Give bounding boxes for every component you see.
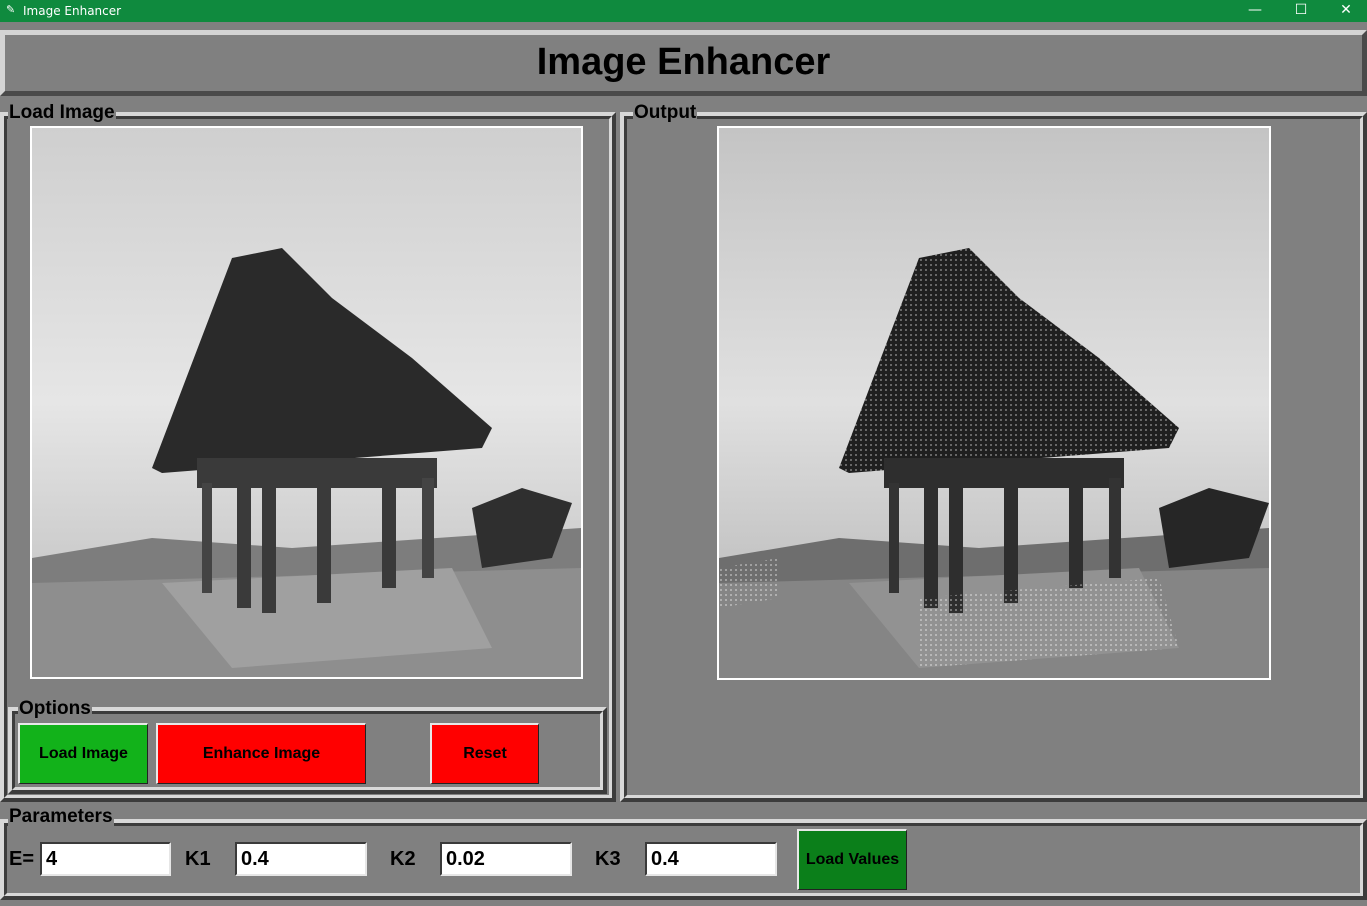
- output-image: [717, 126, 1271, 680]
- maximize-icon[interactable]: ☐: [1278, 0, 1324, 22]
- feather-icon: ✎: [6, 3, 16, 16]
- reset-button-label: Reset: [463, 745, 507, 762]
- k3-label: K3: [595, 848, 621, 870]
- enhance-image-button-label: Enhance Image: [202, 745, 321, 762]
- page-title: Image Enhancer: [536, 41, 831, 83]
- load-values-button-label: Load Values: [805, 851, 900, 868]
- k1-label: K1: [185, 848, 211, 870]
- input-image: [30, 126, 583, 679]
- e-input[interactable]: [40, 842, 171, 876]
- window-title: Image Enhancer: [23, 4, 122, 18]
- close-icon[interactable]: ✕: [1323, 0, 1367, 22]
- e-label: E=: [9, 848, 35, 870]
- k1-input[interactable]: [235, 842, 367, 876]
- window-titlebar: ✎ Image Enhancer — ☐ ✕: [0, 0, 1367, 22]
- enhance-image-button[interactable]: Enhance Image: [156, 723, 366, 784]
- header-frame: Image Enhancer: [0, 30, 1367, 96]
- reset-button[interactable]: Reset: [430, 723, 539, 784]
- load-image-button-label: Load Image: [39, 745, 128, 762]
- load-image-legend: Load Image: [8, 102, 116, 123]
- load-image-button[interactable]: Load Image: [18, 723, 148, 784]
- parameters-legend: Parameters: [8, 806, 114, 827]
- k2-input[interactable]: [440, 842, 572, 876]
- k3-input[interactable]: [645, 842, 777, 876]
- load-values-button[interactable]: Load Values: [797, 829, 907, 890]
- output-legend: Output: [633, 102, 698, 123]
- minimize-icon[interactable]: —: [1232, 0, 1278, 22]
- k2-label: K2: [390, 848, 416, 870]
- options-legend: Options: [18, 698, 92, 719]
